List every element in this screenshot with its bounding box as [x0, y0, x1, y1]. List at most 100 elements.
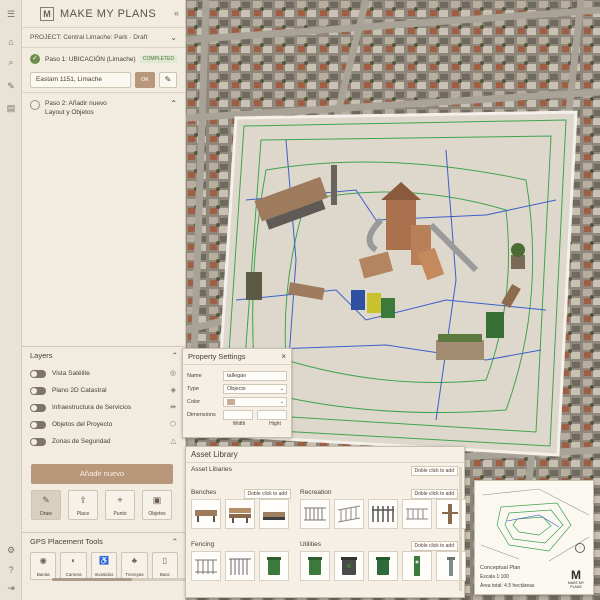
gps-tool[interactable]: ♣ Treceyas [121, 552, 148, 580]
tree-icon: ♣ [131, 556, 138, 565]
tool-bar: ✎ Draw ⇪ Place ⌖ Punto ▣ Objetos [31, 490, 172, 520]
plan-logo: M MAKE MY PLANS [565, 569, 587, 589]
layer-toggle[interactable] [30, 437, 46, 446]
width-caption: Width [232, 421, 246, 427]
project-selector[interactable]: PROJECT: Central Limache: Park · Draft ⌄ [22, 28, 185, 48]
layer-safety-zones[interactable]: Zonas de Seguridad △ [30, 433, 178, 450]
color-picker[interactable]: ⌄ [223, 396, 287, 407]
confirm-address-button[interactable]: OK [135, 72, 155, 88]
layers-icon[interactable]: ▤ [5, 102, 17, 114]
asset-thumb[interactable] [191, 551, 221, 581]
plan-logo-text: MAKE MY PLANS [567, 581, 585, 589]
search-icon[interactable]: ⌕ [5, 56, 17, 68]
category-utilities: Utilities Doble click to add [300, 539, 466, 581]
edit-icon[interactable]: ✎ [5, 80, 17, 92]
add-new-button[interactable]: Añadir nuevo [31, 464, 173, 484]
tool-label: Draw [40, 511, 52, 517]
plan-logo-mark: M [571, 568, 581, 582]
asset-thumb[interactable] [334, 551, 364, 581]
asset-thumb[interactable] [368, 499, 398, 529]
close-icon[interactable]: × [281, 349, 286, 365]
step2-section[interactable]: Paso 2: Añadir nuevo Layout y Objetos ⌃ [22, 93, 185, 339]
upload-icon: ⇪ [79, 495, 87, 505]
type-value: Objects [227, 385, 246, 392]
layer-label: Objetos del Proyecto [52, 421, 113, 428]
vertical-scrollbar[interactable] [459, 467, 462, 591]
objects-tool[interactable]: ▣ Objetos [142, 490, 172, 520]
layer-satellite[interactable]: Vista Satélite ◎ [30, 365, 178, 382]
collapse-panel-icon[interactable]: « [174, 8, 179, 18]
layer-cadastral[interactable]: Plano 2D Catastral ◈ [30, 382, 178, 399]
gps-tool[interactable]: ◉ Banita [30, 552, 57, 580]
chevron-down-icon: ⌄ [279, 385, 284, 392]
asset-thumb[interactable] [402, 499, 432, 529]
type-label: Type [187, 385, 199, 392]
app-header: M MAKE MY PLANS « [22, 0, 185, 28]
warning-icon: △ [170, 438, 176, 445]
category-benches: Benches Doble click to add [191, 487, 291, 529]
asset-thumb[interactable] [334, 499, 364, 529]
objects-icon: ▣ [152, 495, 162, 505]
globe-icon: ◎ [169, 370, 176, 377]
chevron-up-icon[interactable]: ⌃ [172, 537, 178, 546]
app-title: MAKE MY PLANS [60, 7, 157, 20]
dimensions-label: Dimensions [187, 411, 216, 418]
add-hint: Doble click to add [410, 489, 458, 499]
chevron-up-icon[interactable]: ⌃ [170, 99, 177, 108]
asset-thumb[interactable] [225, 499, 255, 529]
add-hint: Doble click to add [410, 466, 458, 476]
gps-tool[interactable]: ◐ Camera [60, 552, 87, 580]
gps-tool-label: Basc [159, 572, 170, 577]
asset-thumb[interactable] [300, 499, 330, 529]
layer-toggle[interactable] [30, 369, 46, 378]
gps-tool[interactable]: ♿ Invasidos [90, 552, 118, 580]
asset-thumb[interactable] [259, 551, 289, 581]
step1-title: Paso 1: UBICACIÓN (Limache) [45, 55, 136, 63]
logout-icon[interactable]: ⇥ [5, 582, 17, 594]
chevron-up-icon[interactable]: ⌃ [172, 351, 178, 360]
point-tool[interactable]: ⌖ Punto [105, 490, 135, 520]
place-tool[interactable]: ⇪ Place [68, 490, 98, 520]
cube-icon: ◈ [170, 387, 176, 394]
address-field[interactable]: Eastam 1151, Limache [30, 72, 131, 88]
step2-subtitle: Layout y Objetos [45, 109, 94, 116]
category-title: Utilities [300, 541, 321, 548]
asset-thumb[interactable] [402, 551, 432, 581]
menu-icon[interactable]: ☰ [5, 8, 17, 20]
gps-tool[interactable]: ▯ Basc [151, 552, 179, 580]
asset-thumb[interactable] [368, 551, 398, 581]
type-select[interactable]: Objects ⌄ [223, 383, 287, 394]
layer-project-objects[interactable]: Objetos del Proyecto ⬡ [30, 416, 178, 433]
help-icon[interactable]: ? [5, 564, 17, 576]
name-field[interactable]: tallegán [223, 370, 287, 381]
plan-area: Área total: 4.5 hectáreas [480, 583, 535, 589]
completed-badge: COMPLETED [139, 55, 177, 63]
asset-libraries-subtitle: Asset Libaries [191, 466, 232, 473]
height-field[interactable] [257, 409, 287, 420]
icon-rail: ☰ ⌂ ⌕ ✎ ▤ ⚙ ? ⇥ [0, 0, 22, 600]
app-logo: M [40, 6, 54, 21]
property-settings-title: Property Settings [188, 352, 246, 361]
property-settings-panel: Property Settings × Name tallegán Type O… [182, 348, 292, 438]
draw-tool[interactable]: ✎ Draw [31, 490, 61, 520]
horizontal-scrollbar[interactable] [52, 578, 202, 581]
settings-icon[interactable]: ⚙ [5, 544, 17, 556]
layer-toggle[interactable] [30, 403, 46, 412]
category-fencing: Fencing [191, 539, 291, 581]
width-field[interactable] [223, 409, 253, 420]
conceptual-plan-card[interactable]: ↑ Conceptual Plan Escala 1:100 Área tota… [474, 480, 594, 595]
layer-infrastructure[interactable]: Infraestructura de Servicios ⇹ [30, 399, 178, 416]
edit-address-icon[interactable]: ✎ [159, 72, 177, 88]
add-hint: Doble click to add [410, 541, 458, 551]
layer-toggle[interactable] [30, 420, 46, 429]
asset-thumb[interactable] [300, 551, 330, 581]
asset-thumb[interactable] [191, 499, 221, 529]
layer-toggle[interactable] [30, 386, 46, 395]
home-icon[interactable]: ⌂ [5, 36, 17, 48]
gps-tool-label: Banita [36, 572, 50, 577]
asset-thumb[interactable] [225, 551, 255, 581]
plan-minimap [480, 488, 590, 562]
box-icon: ⬡ [169, 421, 176, 428]
asset-thumb[interactable] [259, 499, 289, 529]
asset-library-title: Asset Library [186, 447, 464, 463]
